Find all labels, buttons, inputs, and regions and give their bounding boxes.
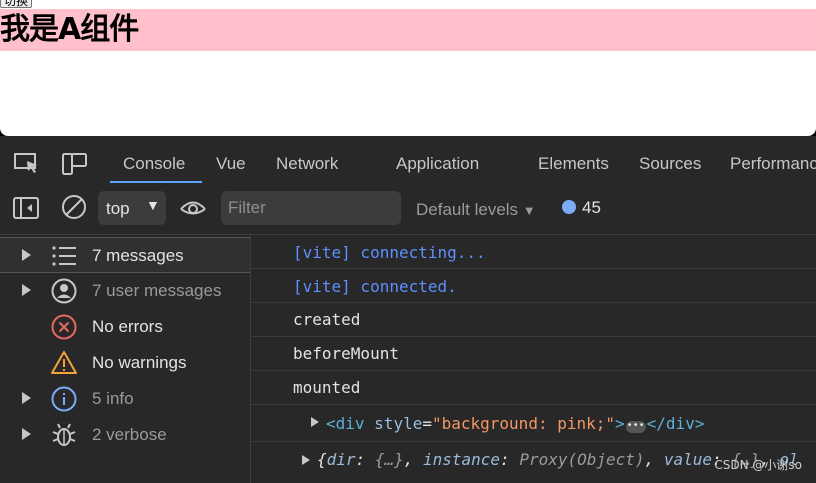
tab-elements[interactable]: Elements xyxy=(538,154,609,174)
sidebar-item-label: 2 verbose xyxy=(92,425,167,444)
sidebar-item-label: 7 user messages xyxy=(92,281,222,300)
sidebar-item-verbose[interactable]: 2 verbose xyxy=(0,417,250,451)
issue-message-icon xyxy=(562,200,576,214)
context-select-value: top xyxy=(106,199,130,218)
object-key: value xyxy=(663,450,712,469)
console-toolbar: top ▼ Default levels ▼ 45 xyxy=(0,184,816,235)
component-a-bar: 我是A组件 xyxy=(0,9,816,51)
object-value: {…} xyxy=(374,450,404,469)
expand-arrow-icon[interactable] xyxy=(311,417,319,427)
sidebar-item-user-messages[interactable]: 7 user messages xyxy=(0,273,250,307)
sidebar-toggle-icon[interactable] xyxy=(13,197,39,224)
filter-input[interactable] xyxy=(221,191,401,225)
sidebar-item-info[interactable]: 5 info xyxy=(0,381,250,415)
csdn-watermark: CSDN @小谢so xyxy=(714,458,802,472)
tab-vue[interactable]: Vue xyxy=(216,154,246,174)
object-key: dir xyxy=(326,450,356,469)
devtools-panel: Console Vue Network Application Elements… xyxy=(0,136,816,483)
user-icon xyxy=(51,278,77,304)
sidebar-item-warnings[interactable]: No warnings xyxy=(0,345,250,379)
console-message: created xyxy=(251,303,816,337)
chevron-down-icon: ▼ xyxy=(522,203,536,218)
context-select[interactable]: top ▼ xyxy=(98,191,166,225)
console-output: [vite] connecting... [vite] connected. c… xyxy=(251,235,816,483)
tab-console[interactable]: Console xyxy=(123,154,185,174)
log-levels-label: Default levels xyxy=(416,200,519,219)
expand-arrow-icon[interactable] xyxy=(302,455,310,465)
console-message: beforeMount xyxy=(251,337,816,371)
tab-application[interactable]: Application xyxy=(396,154,479,174)
clear-console-icon[interactable] xyxy=(61,194,87,225)
active-tab-indicator xyxy=(110,181,202,183)
element-open-tag: <div xyxy=(326,414,365,433)
console-message-text: beforeMount xyxy=(293,344,399,363)
console-element-node[interactable]: <div style="background: pink;"> ••• </div> xyxy=(251,405,816,442)
page-viewport: 切换 我是A组件 xyxy=(0,0,816,136)
object-key: instance xyxy=(422,450,501,469)
inspect-element-icon[interactable] xyxy=(14,152,40,179)
log-levels-dropdown[interactable]: Default levels ▼ xyxy=(416,200,536,220)
tab-performance[interactable]: Performanc xyxy=(730,154,816,174)
tab-sources[interactable]: Sources xyxy=(639,154,701,174)
object-value: Proxy(Object) xyxy=(519,450,645,469)
element-node-text: <div style="background: pink;"> ••• </div> xyxy=(326,414,705,433)
issues-count: 45 xyxy=(582,198,601,217)
ellipsis-icon[interactable]: ••• xyxy=(625,421,646,433)
info-icon xyxy=(51,386,77,412)
element-attr-name: style xyxy=(374,414,423,433)
component-a-heading: 我是A组件 xyxy=(0,12,139,47)
console-sidebar: 7 messages 7 user messages No errors No … xyxy=(0,235,251,483)
tab-network[interactable]: Network xyxy=(276,154,338,174)
expand-arrow-icon[interactable] xyxy=(22,284,31,296)
switch-button[interactable]: 切换 xyxy=(0,0,33,8)
console-message-text: mounted xyxy=(293,378,361,397)
element-close-tag: </div> xyxy=(646,414,705,433)
live-expression-eye-icon[interactable] xyxy=(179,198,207,223)
element-attr-value: "background: pink;" xyxy=(431,414,616,433)
console-message-text: created xyxy=(293,310,361,329)
sidebar-item-messages[interactable]: 7 messages xyxy=(0,237,250,273)
console-message: [vite] connected. xyxy=(251,269,816,303)
devtools-tabbar: Console Vue Network Application Elements… xyxy=(0,136,816,184)
sidebar-item-label: 7 messages xyxy=(92,246,184,265)
expand-arrow-icon[interactable] xyxy=(22,249,31,261)
sidebar-item-errors[interactable]: No errors xyxy=(0,309,250,343)
warning-icon xyxy=(51,350,77,376)
console-message: mounted xyxy=(251,371,816,405)
console-message: [vite] connecting... xyxy=(251,235,816,269)
sidebar-item-label: No warnings xyxy=(92,353,187,372)
sidebar-item-label: 5 info xyxy=(92,389,134,408)
chevron-down-icon: ▼ xyxy=(146,197,160,213)
console-message-text: [vite] connecting... xyxy=(293,243,486,262)
console-message-text: [vite] connected. xyxy=(293,277,457,296)
bug-icon xyxy=(51,422,77,448)
device-toolbar-icon[interactable] xyxy=(62,152,88,181)
issues-badge[interactable]: 45 xyxy=(562,198,601,218)
expand-arrow-icon[interactable] xyxy=(22,392,31,404)
error-icon xyxy=(51,314,77,340)
sidebar-item-label: No errors xyxy=(92,317,163,336)
list-icon xyxy=(51,243,77,269)
expand-arrow-icon[interactable] xyxy=(22,428,31,440)
